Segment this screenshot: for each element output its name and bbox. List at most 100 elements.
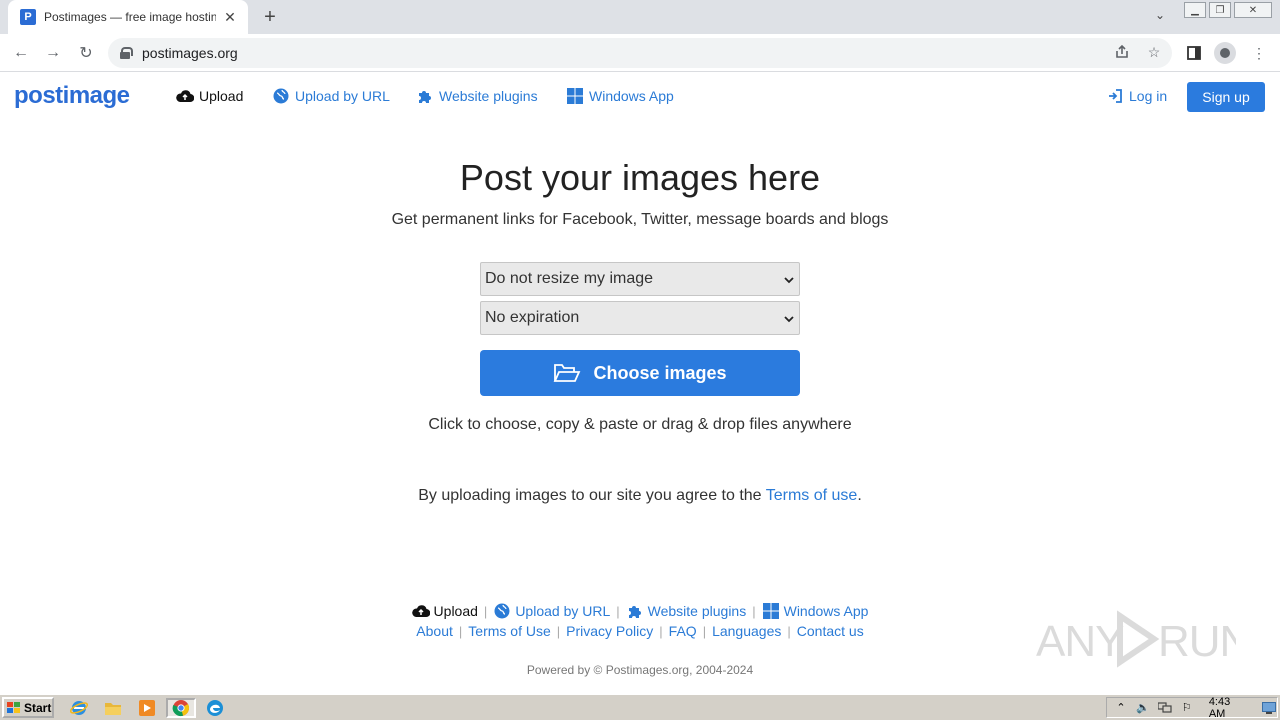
globe-icon [493, 603, 511, 619]
chevron-down-icon [783, 273, 795, 285]
system-tray: ⌃ 🔈 ⚐ 4:43 AM [1106, 696, 1278, 720]
separator: | [659, 623, 663, 639]
separator: | [787, 623, 791, 639]
address-bar[interactable]: postimages.org [108, 38, 1172, 68]
nav-website-plugins[interactable]: Website plugins [416, 88, 538, 104]
footer-website-plugins-label: Website plugins [647, 603, 747, 619]
footer-privacy-link[interactable]: Privacy Policy [566, 623, 653, 639]
nav-upload-by-url-label: Upload by URL [295, 88, 390, 104]
footer-upload-link[interactable]: Upload [411, 603, 478, 619]
separator: | [556, 623, 561, 639]
windows-logo-icon [762, 603, 780, 619]
close-window-button[interactable]: ✕ [1234, 2, 1272, 18]
separator: | [702, 623, 707, 639]
lock-icon [120, 47, 133, 59]
terms-agreement-end: . [857, 487, 862, 504]
windows-flag-icon [7, 701, 21, 714]
footer-about-link[interactable]: About [416, 623, 453, 639]
sign-in-icon [1106, 88, 1124, 104]
separator: | [752, 603, 756, 619]
nav-windows-app[interactable]: Windows App [566, 88, 674, 104]
terms-of-use-link[interactable]: Terms of use [766, 487, 858, 504]
choose-images-button[interactable]: Choose images [480, 350, 800, 396]
expiration-select-value: No expiration [485, 309, 580, 326]
edge-icon[interactable] [204, 698, 226, 718]
back-arrow-icon[interactable]: ← [10, 42, 32, 64]
upload-hint: Click to choose, copy & paste or drag & … [428, 416, 852, 433]
chrome-taskbar-icon[interactable] [166, 698, 196, 718]
expiration-select[interactable]: No expiration [480, 301, 800, 335]
puzzle-piece-icon [416, 88, 434, 104]
volume-icon[interactable]: 🔈 [1135, 700, 1151, 716]
tab-title: Postimages — free image hosting / i [44, 10, 216, 24]
page-title: Post your images here [459, 157, 821, 198]
puzzle-piece-icon [626, 603, 644, 619]
footer-upload-by-url-link[interactable]: Upload by URL [493, 603, 610, 619]
windows-taskbar: Start ⌃ 🔈 ⚐ 4:43 AM [0, 694, 1280, 720]
side-panel-icon[interactable] [1183, 42, 1205, 64]
nav-website-plugins-label: Website plugins [439, 88, 538, 104]
footer-faq-link[interactable]: FAQ [669, 623, 697, 639]
close-tab-icon[interactable]: ✕ [222, 9, 238, 25]
nav-log-in-label: Log in [1129, 88, 1168, 104]
footer-languages-link[interactable]: Languages [712, 623, 781, 639]
chevron-down-icon [783, 312, 795, 324]
footer-website-plugins-link[interactable]: Website plugins [626, 603, 747, 619]
terms-agreement-text: By uploading images to our site you agre… [418, 487, 766, 504]
browser-toolbar: ← → ↻ postimages.org ☆ ⋮ [0, 34, 1280, 72]
menu-kebab-icon[interactable]: ⋮ [1248, 42, 1270, 64]
profile-avatar-icon[interactable] [1214, 42, 1236, 64]
separator: | [616, 603, 620, 619]
site-navbar: postimage Upload Upload by URL Website p… [0, 72, 1280, 122]
network-icon[interactable] [1157, 700, 1173, 716]
tab-search-chevron-icon[interactable]: ⌄ [1150, 8, 1170, 26]
anyrun-watermark-logo: ANY RUN [1036, 608, 1251, 670]
start-button[interactable]: Start [2, 697, 54, 718]
postimage-logo[interactable]: postimage [14, 82, 130, 110]
reload-icon[interactable]: ↻ [75, 42, 97, 64]
new-tab-button[interactable]: + [258, 6, 282, 28]
page-subtitle: Get permanent links for Facebook, Twitte… [391, 211, 889, 228]
media-player-icon[interactable] [136, 698, 158, 718]
terms-agreement: By uploading images to our site you agre… [0, 487, 1280, 505]
svg-text:ANY: ANY [1036, 617, 1124, 666]
postimages-favicon-icon: P [20, 9, 36, 25]
internet-explorer-icon[interactable] [68, 698, 90, 718]
browser-tab[interactable]: P Postimages — free image hosting / i ✕ [8, 0, 248, 34]
start-label: Start [24, 700, 52, 715]
address-bar-url: postimages.org [142, 45, 238, 61]
nav-log-in[interactable]: Log in [1106, 88, 1167, 104]
sign-up-button[interactable]: Sign up [1187, 82, 1265, 112]
minimize-button[interactable]: ▁ [1184, 2, 1206, 18]
show-desktop-icon[interactable] [1261, 700, 1277, 716]
choose-images-label: Choose images [593, 362, 727, 383]
cloud-upload-icon [176, 88, 194, 104]
forward-arrow-icon[interactable]: → [42, 42, 64, 64]
folder-open-icon [553, 362, 581, 384]
svg-text:RUN: RUN [1158, 617, 1236, 666]
globe-icon [272, 88, 290, 104]
file-explorer-icon[interactable] [102, 698, 124, 718]
nav-upload[interactable]: Upload [176, 88, 243, 104]
share-icon[interactable] [1113, 43, 1131, 61]
bookmark-star-icon[interactable]: ☆ [1145, 43, 1163, 61]
windows-logo-icon [566, 88, 584, 104]
resize-select-value: Do not resize my image [485, 270, 654, 287]
tray-expand-icon[interactable]: ⌃ [1113, 700, 1129, 716]
footer-upload-by-url-label: Upload by URL [515, 603, 611, 619]
resize-select[interactable]: Do not resize my image [480, 262, 800, 296]
footer-upload-label: Upload [433, 603, 478, 619]
footer-windows-app-link[interactable]: Windows App [762, 603, 868, 619]
nav-windows-app-label: Windows App [589, 88, 674, 104]
restore-button[interactable]: ❐ [1209, 2, 1231, 18]
footer-contact-link[interactable]: Contact us [797, 623, 864, 639]
separator: | [483, 603, 488, 619]
logo-text: postimage [14, 82, 130, 109]
footer-terms-link[interactable]: Terms of Use [468, 623, 550, 639]
nav-upload-label: Upload [199, 88, 244, 104]
nav-upload-by-url[interactable]: Upload by URL [272, 88, 390, 104]
action-center-flag-icon[interactable]: ⚐ [1179, 700, 1195, 716]
taskbar-clock[interactable]: 4:43 AM [1209, 696, 1249, 720]
browser-tabstrip: P Postimages — free image hosting / i ✕ … [0, 0, 1280, 34]
cloud-upload-icon [411, 603, 430, 619]
